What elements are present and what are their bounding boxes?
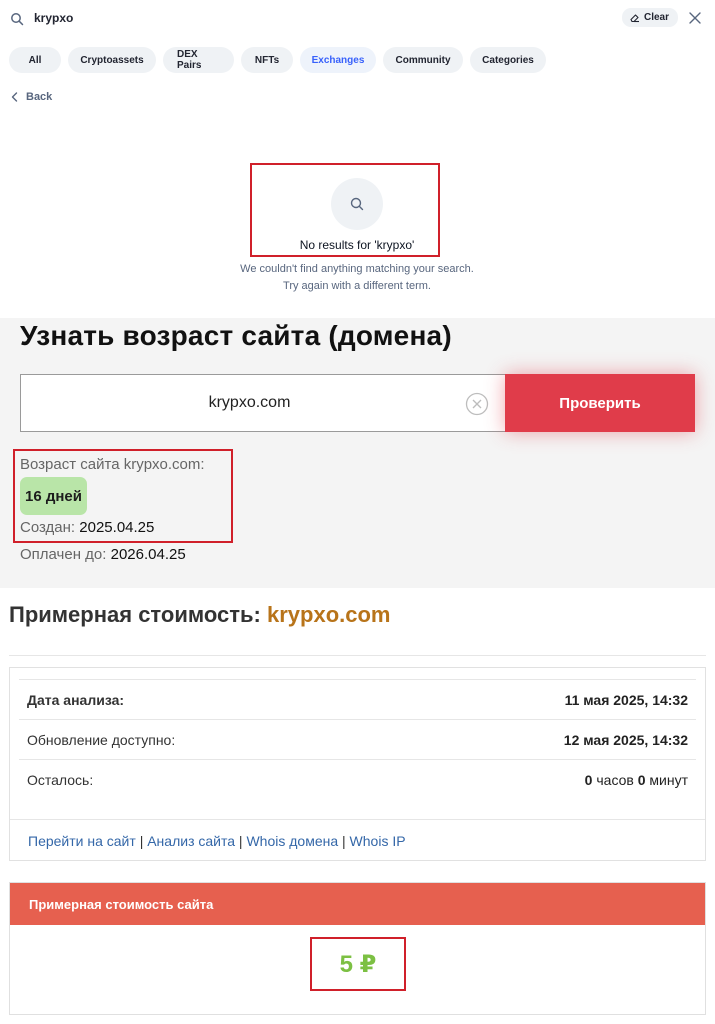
search-icon [11,13,24,26]
estimate-title-prefix: Примерная стоимость: [9,602,261,627]
paid-until-date: Оплачен до: 2026.04.25 [20,546,186,563]
close-icon[interactable] [688,11,702,25]
info-key: Осталось: [27,772,94,788]
filter-cryptoassets[interactable]: Cryptoassets [68,47,156,73]
price-card-header: Примерная стоимость сайта [10,883,705,925]
info-row-analysis-date: Дата анализа: 11 мая 2025, 14:32 [19,679,696,719]
filter-all[interactable]: All [9,47,61,73]
remaining-minutes: 0 [637,772,646,788]
info-value: 11 мая 2025, 14:32 [564,692,688,708]
info-value: 12 мая 2025, 14:32 [563,732,688,748]
link-separator: | [342,833,346,849]
link-separator: | [139,833,144,849]
back-label: Back [26,91,53,103]
search-panel: krypxo Clear All Cryptoassets DEX Pairs … [0,0,715,318]
filter-categories[interactable]: Categories [470,47,546,73]
link-ip-whois[interactable]: Whois IP [350,833,406,849]
info-row-update-available: Обновление доступно: 12 мая 2025, 14:32 [19,719,696,759]
eraser-icon [630,14,639,23]
empty-state-title: No results for 'krypxo' [299,238,415,252]
domain-input[interactable]: krypxo.com [20,374,507,432]
empty-state-message: We couldn't find anything matching your … [240,263,474,275]
created-label: Создан: [20,519,76,536]
site-age-badge: 16 дней [20,477,87,515]
site-links: Перейти на сайт | Анализ сайта | Whois д… [10,819,705,861]
paid-label: Оплачен до: [20,546,107,563]
divider [9,655,706,656]
analysis-info-card: Дата анализа: 11 мая 2025, 14:32 Обновле… [9,667,706,861]
info-row-remaining: Осталось: 0 часов 0 минут [19,759,696,799]
search-input[interactable]: krypxo [34,11,73,25]
remaining-minutes-unit: минут [649,772,688,788]
search-icon [350,197,364,211]
empty-state-hint: Try again with a different term. [283,280,431,292]
circle-x-icon[interactable] [465,392,489,416]
search-bar[interactable]: krypxo Clear [10,8,710,30]
estimated-price-card: Примерная стоимость сайта 5 ₽ [9,882,706,1015]
link-site-analysis[interactable]: Анализ сайта [147,833,235,849]
filter-nfts[interactable]: NFTs [241,47,293,73]
back-link[interactable]: Back [11,91,52,103]
site-age-label: Возраст сайта krypxo.com: [20,456,205,473]
paid-value: 2026.04.25 [110,546,186,563]
empty-state-icon [331,178,383,230]
info-value: 0 часов 0 минут [585,772,688,788]
price-card-title: Примерная стоимость сайта [29,897,214,912]
link-domain-whois[interactable]: Whois домена [246,833,338,849]
info-key: Дата анализа: [27,692,125,708]
link-separator: | [238,833,243,849]
filter-dex-pairs[interactable]: DEX Pairs [163,47,234,73]
domain-age-panel: Узнать возраст сайта (домена) krypxo.com… [0,318,715,588]
link-visit-site[interactable]: Перейти на сайт [28,833,136,849]
filter-community[interactable]: Community [383,47,463,73]
check-button[interactable]: Проверить [505,374,695,432]
chevron-left-icon [11,92,18,102]
clear-button[interactable]: Clear [622,8,679,27]
info-key: Обновление доступно: [27,732,176,748]
clear-button-label: Clear [644,12,670,23]
filter-exchanges[interactable]: Exchanges [300,47,376,73]
domain-input-value[interactable]: krypxo.com [21,394,478,412]
remaining-hours-unit: часов [596,772,634,788]
created-date: Создан: 2025.04.25 [20,519,154,536]
created-value: 2025.04.25 [79,519,155,536]
age-checker-title: Узнать возраст сайта (домена) [20,320,452,351]
estimate-title-domain: krypxo.com [267,602,391,627]
estimated-price-value: 5 ₽ [339,951,377,978]
remaining-hours: 0 [584,772,593,788]
estimate-title: Примерная стоимость: krypxo.com [9,602,391,628]
filter-tabs: All Cryptoassets DEX Pairs NFTs Exchange… [9,47,546,73]
